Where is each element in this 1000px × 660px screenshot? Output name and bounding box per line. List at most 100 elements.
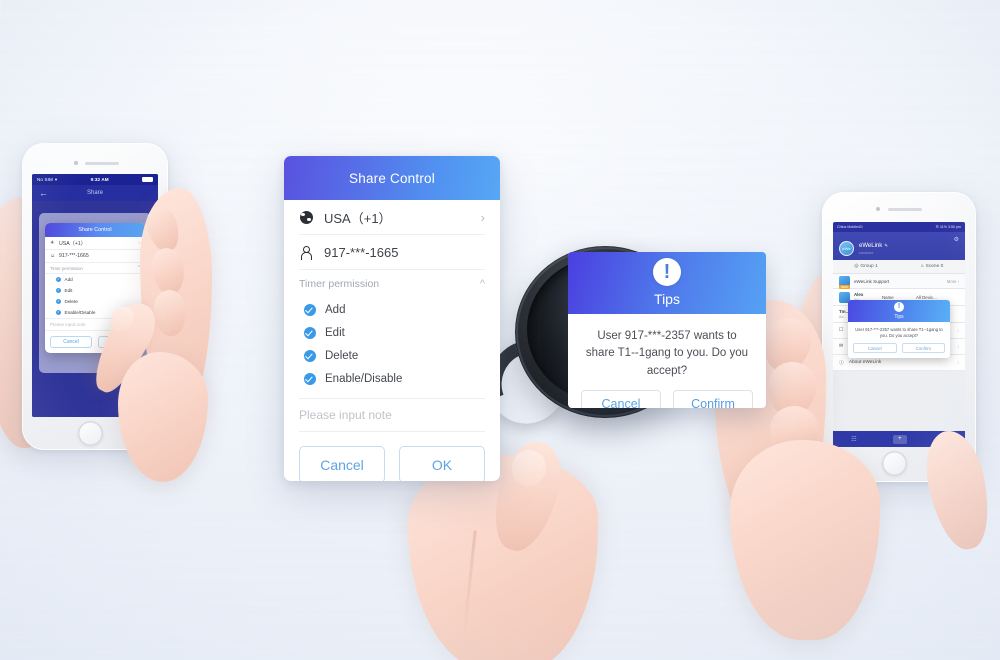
right-phone-home-button[interactable] <box>882 451 907 476</box>
globe-icon: ☀ <box>50 240 55 246</box>
right-tips-message: User 917-***-2357 wants to share T1--1ga… <box>855 327 943 339</box>
right-tab-group-label: Group 1 <box>860 264 878 269</box>
right-tips-cancel-button[interactable]: Cancel <box>853 343 897 354</box>
chevron-right-icon: › <box>957 327 959 334</box>
tips-dialog: ! Tips User 917-***-2357 wants to share … <box>568 252 766 408</box>
right-phone-screen[interactable]: China Mobile4G ☰ 41% 3:50 pm ⚙ eWe eWeLi… <box>833 222 965 447</box>
left-status-carrier: No SIM <box>37 177 53 182</box>
right-phone-speaker <box>888 208 922 211</box>
battery-icon <box>142 177 153 182</box>
right-status-battery: 41% <box>939 225 947 229</box>
info-icon: ⓘ <box>839 361 844 366</box>
tips-confirm-button[interactable]: Confirm <box>673 389 753 408</box>
checkbox-checked-icon: ✓ <box>56 299 61 304</box>
tips-dialog-message: User 917-***-2357 wants to share T1--1ga… <box>585 330 749 377</box>
left-phone-speaker <box>85 162 119 165</box>
right-tab-strip: ◎ Group 1 ⌂ Scene 0 <box>833 260 965 274</box>
right-phone-camera <box>876 207 880 211</box>
right-status-carrier: China Mobile4G <box>837 225 863 229</box>
chevron-right-icon: › <box>957 343 959 350</box>
checkbox-checked-icon[interactable] <box>304 372 316 385</box>
right-user-email: •••••••••• <box>859 249 874 255</box>
left-country-row[interactable]: ☀ USA（+1） › <box>45 237 145 250</box>
right-device-sub: Ad... <box>839 315 847 319</box>
pencil-icon[interactable]: ✎ <box>884 243 888 249</box>
back-arrow-icon[interactable]: ← <box>39 188 48 198</box>
left-nav-title: Share <box>86 190 103 196</box>
checkbox-checked-icon: ✓ <box>56 277 61 282</box>
right-tab-scene[interactable]: ⌂ Scene 0 <box>899 264 965 269</box>
left-phone-row[interactable]: ☺ 917-***-1665 <box>45 250 145 263</box>
right-support-row[interactable]: NEW eWeLink Support More › <box>833 274 965 289</box>
note-placeholder: Please input note <box>299 408 392 422</box>
chat-icon: ☐ <box>839 328 844 333</box>
scene-icon: ⌂ <box>920 264 924 269</box>
right-hand-palm <box>730 440 880 640</box>
left-section-header[interactable]: Timer permission ^ <box>45 263 145 274</box>
left-status-bar: No SIM ▾ 9:32 AM <box>32 174 158 185</box>
exclamation-icon: ! <box>653 258 681 286</box>
right-device-col-name: Name <box>882 294 894 300</box>
right-tips-confirm-button[interactable]: Confirm <box>901 343 945 354</box>
right-device-name: Alex <box>854 292 864 297</box>
right-app-header: ⚙ eWe eWeLink ✎ •••••••••• <box>833 232 965 260</box>
right-support-more[interactable]: More › <box>947 279 959 284</box>
tips-cancel-button[interactable]: Cancel <box>581 389 661 408</box>
phone-number-row[interactable]: 917-***-1665 <box>299 235 485 270</box>
cancel-button[interactable]: Cancel <box>299 446 385 481</box>
permission-edit-label: Edit <box>325 326 345 339</box>
left-card-title: Share Control <box>45 223 145 237</box>
tips-dialog-title: Tips <box>654 291 680 307</box>
checkbox-checked-icon: ✓ <box>56 310 61 315</box>
permission-delete[interactable]: Delete <box>304 344 485 367</box>
left-permission-item[interactable]: ✓ Add <box>45 274 145 285</box>
right-tips-title: Tips <box>894 314 904 320</box>
tips-dialog-header: ! Tips <box>568 252 766 314</box>
right-tips-header: ! Tips <box>848 300 950 322</box>
left-country-value: USA（+1） <box>59 240 86 247</box>
right-app-name: eWeLink <box>859 242 883 249</box>
ok-button[interactable]: OK <box>399 446 485 481</box>
left-note-placeholder: Please input note <box>50 322 86 327</box>
right-app-name-row: eWeLink ✎ <box>859 243 888 249</box>
avatar[interactable]: eWe <box>839 241 854 256</box>
left-hand-palm <box>118 352 208 482</box>
left-permission-item[interactable]: ✓ Edit <box>45 285 145 296</box>
note-input[interactable]: Please input note <box>299 398 485 432</box>
right-status-bar: China Mobile4G ☰ 41% 3:50 pm <box>833 222 965 232</box>
scene-root: No SIM ▾ 9:32 AM ← Share Share Control ☀… <box>0 0 1000 660</box>
checkbox-checked-icon[interactable] <box>304 303 316 316</box>
devices-icon[interactable]: ☷ <box>851 436 856 443</box>
person-icon <box>299 246 313 260</box>
gear-icon[interactable]: ⚙ <box>954 236 959 243</box>
permission-enable-disable[interactable]: Enable/Disable <box>304 367 485 390</box>
right-support-label: eWeLink Support <box>854 278 890 284</box>
permission-delete-label: Delete <box>325 349 359 362</box>
checkbox-checked-icon[interactable] <box>304 349 316 362</box>
tips-dialog-actions: Cancel Confirm <box>568 389 766 408</box>
permission-add[interactable]: Add <box>304 298 485 321</box>
left-phone-home-button[interactable] <box>78 421 103 446</box>
left-cancel-button[interactable]: Cancel <box>50 336 92 348</box>
mail-icon: ✉ <box>839 344 844 349</box>
plus-icon[interactable]: + <box>893 434 907 444</box>
right-status-time: 3:50 pm <box>948 225 961 229</box>
timer-permission-header[interactable]: Timer permission ^ <box>299 270 485 298</box>
globe-icon <box>299 210 313 224</box>
country-row[interactable]: USA（+1） › <box>299 200 485 235</box>
checkbox-checked-icon: ✓ <box>56 288 61 293</box>
checkbox-checked-icon[interactable] <box>304 326 316 339</box>
right-tab-scene-label: Scene 0 <box>925 264 944 269</box>
share-control-dialog: Share Control USA（+1） › 917-***-1665 Tim… <box>284 156 500 481</box>
left-permission-label: Edit <box>64 288 73 293</box>
chevron-right-icon: › <box>480 209 485 225</box>
left-permission-label: Enable/Disable <box>64 310 96 315</box>
left-status-time: 9:32 AM <box>90 177 109 182</box>
right-tab-group[interactable]: ◎ Group 1 <box>833 264 899 269</box>
person-icon: ☺ <box>50 253 56 259</box>
timer-permission-label: Timer permission <box>299 278 380 290</box>
right-device-col-all: All Devic... <box>916 294 937 300</box>
permission-edit[interactable]: Edit <box>304 321 485 344</box>
phone-number-value: 917-***-1665 <box>324 244 399 260</box>
chevron-right-icon: › <box>957 359 959 366</box>
